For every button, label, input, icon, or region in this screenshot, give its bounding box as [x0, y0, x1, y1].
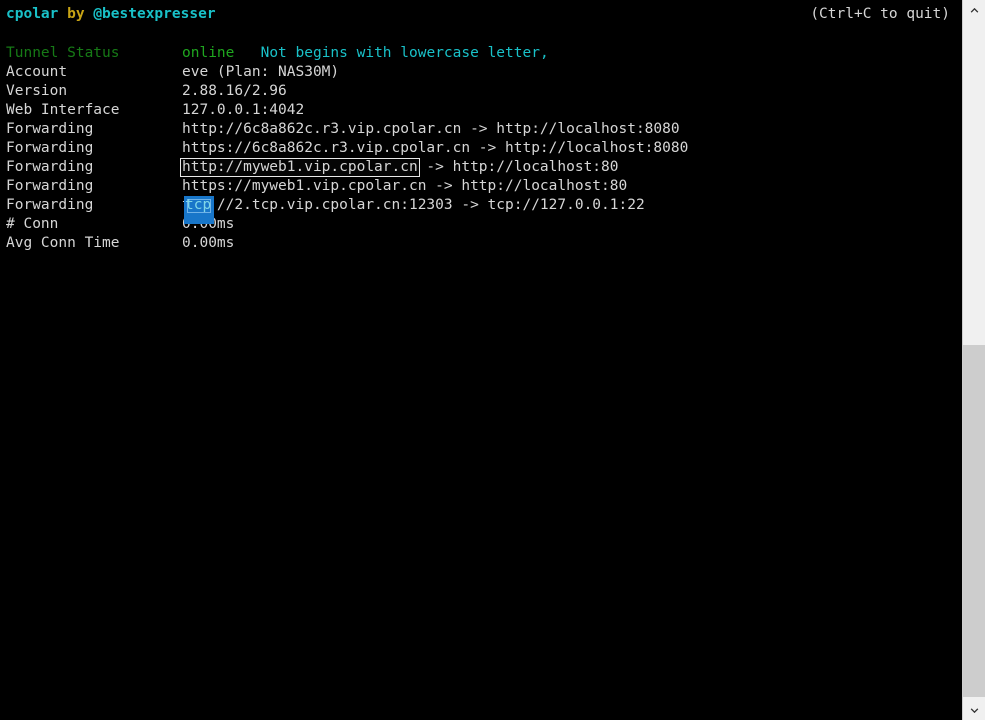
row-label: Avg Conn Time [6, 235, 120, 251]
row-label: Forwarding [6, 159, 94, 175]
scroll-down-button[interactable] [963, 700, 985, 720]
row-label: Forwarding [6, 197, 94, 213]
row-label: Web Interface [6, 102, 120, 118]
table-row-web-interface: Web Interface 127.0.0.1:4042 [6, 101, 956, 120]
row-value-link[interactable]: https://6c8a862c.r3.vip.cpolar.cn -> htt… [182, 140, 688, 156]
scrollbar-thumb[interactable] [963, 345, 985, 697]
brand-by-word: by [67, 6, 85, 22]
row-value-link[interactable]: http://6c8a862c.r3.vip.cpolar.cn -> http… [182, 121, 680, 137]
row-value-rest: -> http://localhost:80 [417, 159, 619, 175]
table-row-version: Version 2.88.16/2.96 [6, 82, 956, 101]
table-row-tunnel-status: Tunnel Status online Not begins with lowe… [6, 44, 956, 63]
row-label: Tunnel Status [6, 45, 120, 61]
row-label: Forwarding [6, 140, 94, 156]
terminal-window: cpolar by @bestexpresser (Ctrl+C to quit… [0, 0, 985, 720]
row-value: online [182, 45, 235, 61]
row-label: Version [6, 83, 68, 99]
selection-text: tcp [185, 197, 212, 213]
row-value-link[interactable]: https://myweb1.vip.cpolar.cn -> http://l… [182, 178, 627, 194]
row-value-link[interactable]: tcp://2.tcp.vip.cpolar.cn:12303 -> tcp:/… [182, 197, 645, 213]
table-row-avg-conn-time: Avg Conn Time 0.00ms [6, 234, 956, 253]
row-value: 0.00ms [182, 235, 235, 251]
table-row-forwarding-4: Forwarding https://myweb1.vip.cpolar.cn -… [6, 177, 956, 196]
table-row-conn-count: # Conn 0.00ms [6, 215, 956, 234]
row-value-link[interactable]: 127.0.0.1:4042 [182, 102, 304, 118]
row-value: eve (Plan: NAS30M) [182, 64, 340, 80]
focused-link[interactable]: http://myweb1.vip.cpolar.cn [180, 158, 420, 177]
table-row-account: Account eve (Plan: NAS30M) [6, 63, 956, 82]
text-selection-highlight[interactable]: tcp [184, 196, 214, 224]
chevron-down-icon [970, 707, 978, 713]
brand-name: cpolar [6, 6, 59, 22]
row-note: Not begins with lowercase letter, [260, 45, 549, 61]
terminal-output-pane[interactable]: cpolar by @bestexpresser (Ctrl+C to quit… [0, 0, 962, 720]
scroll-up-button[interactable] [963, 0, 985, 20]
table-row-forwarding-5: Forwarding tcp://2.tcp.vip.cpolar.cn:1230… [6, 196, 956, 215]
vertical-scrollbar[interactable] [962, 0, 985, 720]
row-label: # Conn [6, 216, 59, 232]
brand-handle: @bestexpresser [93, 6, 216, 22]
row-value: 2.88.16/2.96 [182, 83, 287, 99]
table-row-forwarding-2: Forwarding https://6c8a862c.r3.vip.cpolar… [6, 139, 956, 158]
row-label: Forwarding [6, 178, 94, 194]
app-title-line: cpolar by @bestexpresser [6, 5, 216, 24]
row-label: Forwarding [6, 121, 94, 137]
table-row-forwarding-3: Forwarding http://myweb1.vip.cpolar.cn ->… [6, 158, 956, 177]
row-label: Account [6, 64, 68, 80]
quit-hint: (Ctrl+C to quit) [810, 6, 950, 22]
table-row-forwarding-1: Forwarding http://6c8a862c.r3.vip.cpolar.… [6, 120, 956, 139]
scrollbar-track-upper[interactable] [963, 20, 985, 345]
chevron-up-icon [970, 7, 978, 13]
